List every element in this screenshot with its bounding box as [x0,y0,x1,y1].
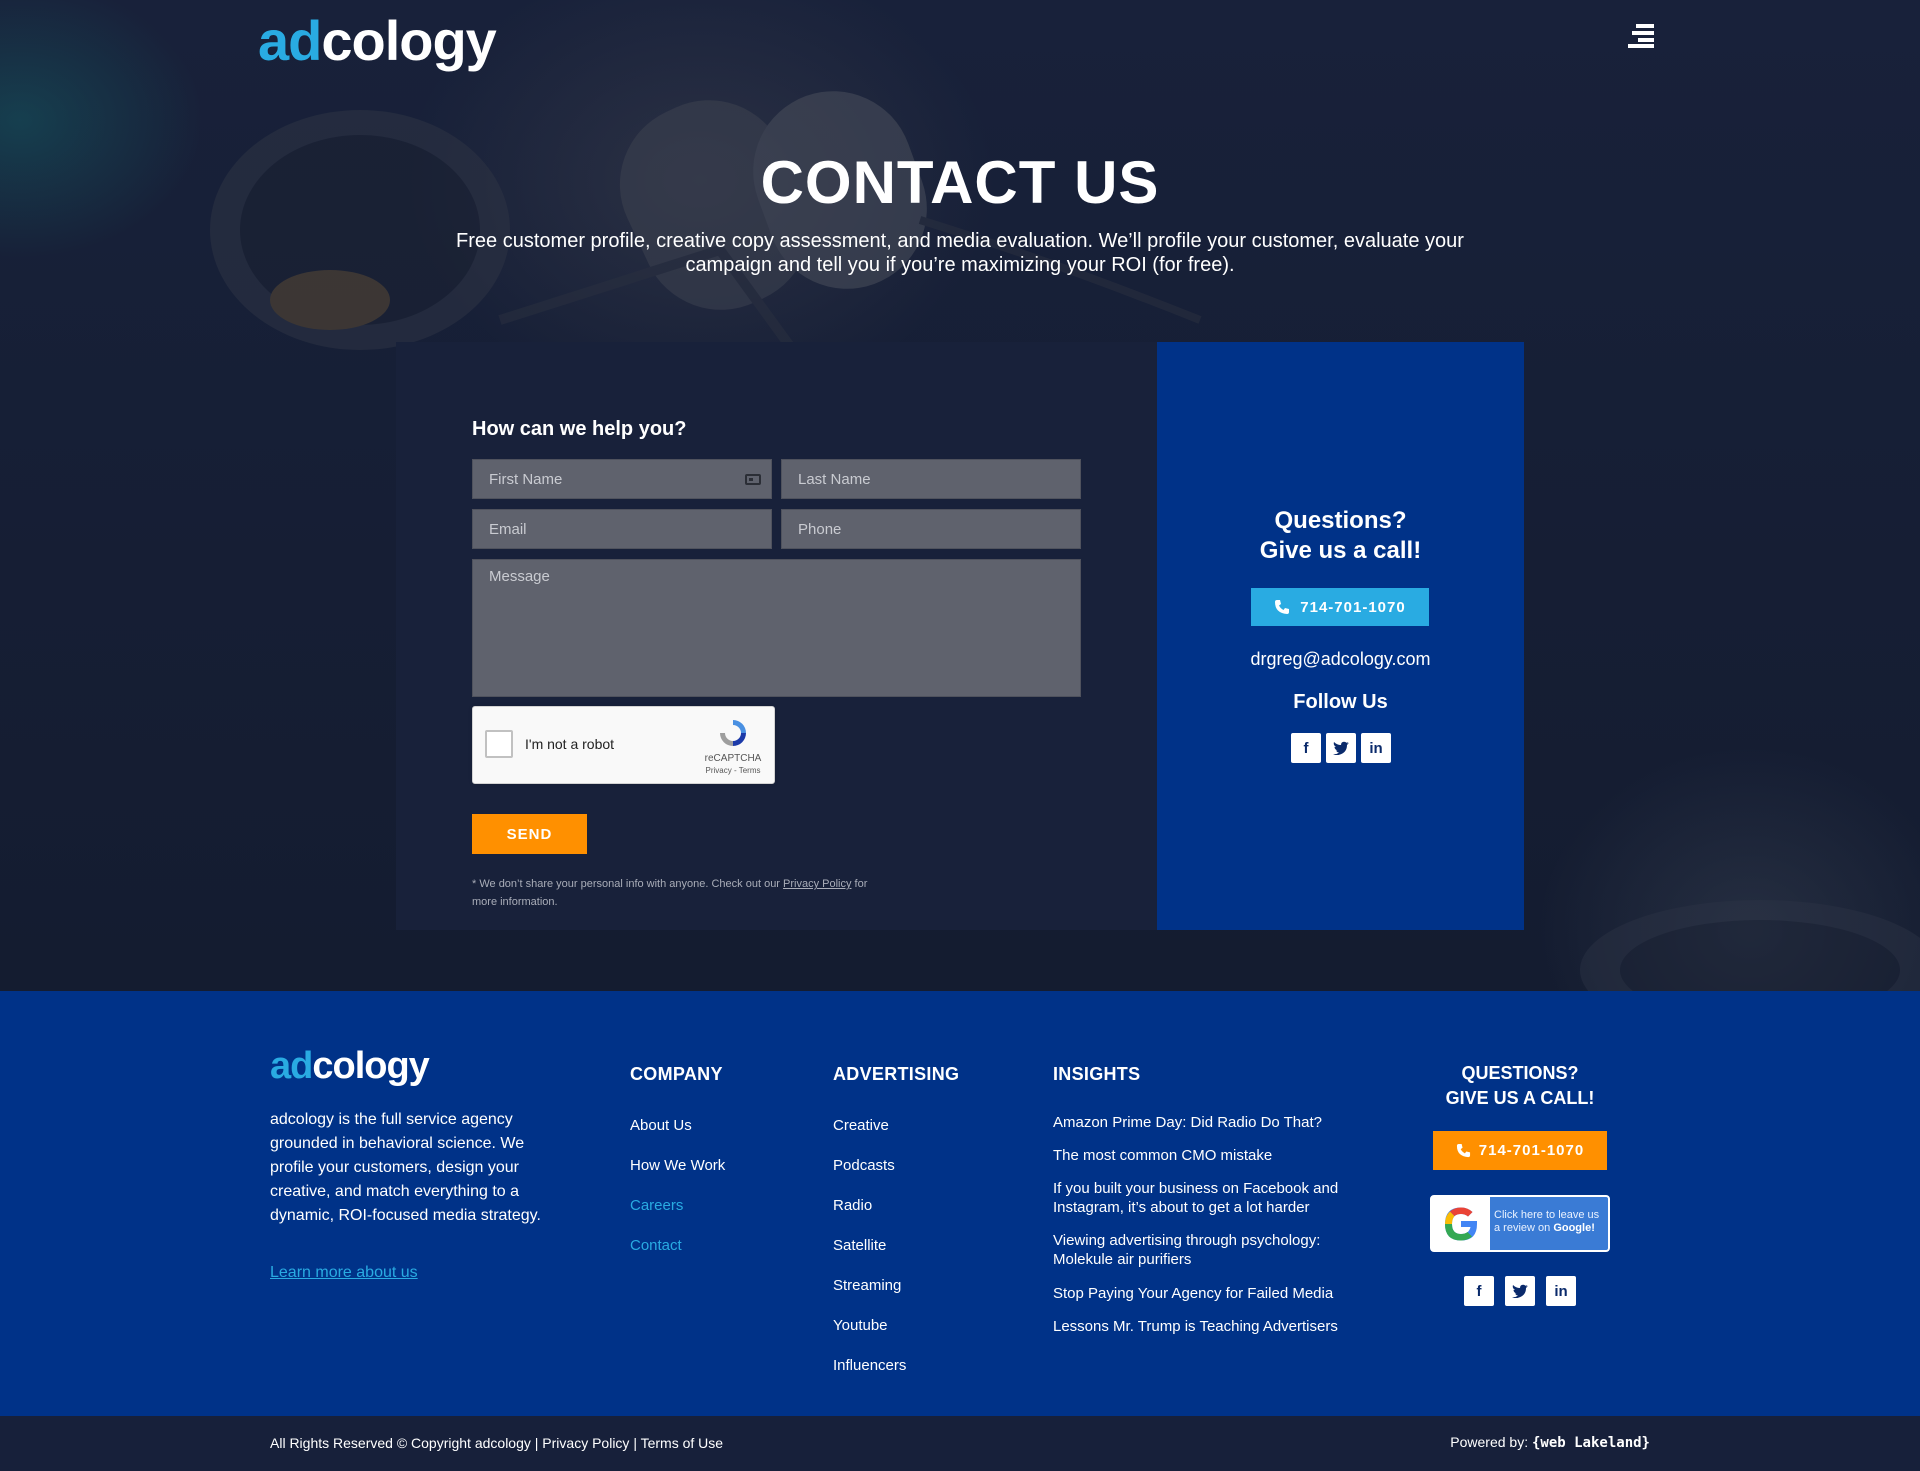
last-name-input[interactable]: Last Name [781,459,1081,499]
recaptcha-checkbox[interactable] [485,730,513,758]
footer-call-button[interactable]: 714-701-1070 [1433,1131,1607,1170]
footer-linkedin-icon[interactable]: in [1546,1276,1576,1306]
recaptcha-links[interactable]: Privacy - Terms [693,766,773,775]
footer-link-streaming[interactable]: Streaming [833,1276,901,1295]
hero-section: adcology CONTACT US Free customer profil… [0,0,1920,991]
footer-call-button-label: 714-701-1070 [1478,1142,1585,1159]
google-review-text: Click here to leave us a review on Googl… [1494,1209,1606,1235]
footer-questions-heading: QUESTIONS? GIVE US A CALL! [1410,1061,1630,1111]
footer-link-influencers[interactable]: Influencers [833,1356,906,1375]
advertising-heading: ADVERTISING [833,1064,960,1084]
footer-logo-text-cology: cology [312,1045,429,1087]
phone-input[interactable]: Phone [781,509,1081,549]
recaptcha-widget: I'm not a robot reCAPTCHA Privacy - Term… [472,706,775,784]
privacy-policy-link[interactable]: Privacy Policy [783,878,851,890]
google-review-text-1: Click here to leave us [1494,1209,1600,1221]
footer-phone-icon [1456,1143,1470,1158]
footer-social-links: f in [1464,1276,1576,1306]
footer-questions-line2: GIVE US A CALL! [1445,1088,1595,1108]
footer-link-radio[interactable]: Radio [833,1196,872,1215]
message-textarea[interactable]: Message [472,559,1081,697]
contact-card-title-line2: Give us a call! [1259,537,1422,564]
site-logo[interactable]: adcology [258,8,497,73]
footer-about-text: adcology is the full service agency grou… [270,1111,541,1224]
powered-by-label: Powered by: [1450,1434,1532,1450]
page-subtitle: Free customer profile, creative copy ass… [456,230,1464,276]
phone-placeholder: Phone [798,520,842,538]
twitter-bird-icon [1333,741,1349,755]
disclaimer-text-pre: * We don’t share your personal info with… [472,878,784,890]
first-name-placeholder: First Name [489,470,563,488]
footer-link-how-we-work[interactable]: How We Work [630,1156,725,1175]
insight-link-5[interactable]: Stop Paying Your Agency for Failed Media [1053,1284,1373,1303]
company-heading: COMPANY [630,1064,723,1084]
footer-link-podcasts[interactable]: Podcasts [833,1156,895,1175]
linkedin-icon[interactable]: in [1361,733,1391,763]
privacy-disclaimer: * We don’t share your personal info with… [472,875,892,911]
google-review-text-3: Google! [1553,1222,1595,1234]
logo-text-cology: cology [321,9,496,72]
insight-link-1[interactable]: Amazon Prime Day: Did Radio Do That? [1053,1113,1373,1132]
insight-link-2[interactable]: The most common CMO mistake [1053,1146,1373,1165]
recaptcha-label: I'm not a robot [525,736,615,752]
google-g-icon [1445,1207,1477,1241]
headphones-background-image [1580,900,1920,991]
email-placeholder: Email [489,520,527,538]
copyright-bar: All Rights Reserved © Copyright adcology… [0,1416,1920,1471]
powered-by-brand: {web Lakeland} [1531,1435,1650,1451]
phone-icon [1275,600,1290,614]
follow-us-heading: Follow Us [1293,691,1388,713]
copyright-text[interactable]: All Rights Reserved © Copyright adcology… [270,1435,723,1451]
contact-email[interactable]: drgreg@adcology.com [1157,649,1524,670]
footer-link-careers[interactable]: Careers [630,1196,683,1215]
recaptcha-icon [720,720,746,746]
learn-more-link[interactable]: Learn more about us [270,1264,418,1282]
footer-link-youtube[interactable]: Youtube [833,1316,888,1335]
twitter-icon[interactable] [1326,733,1356,763]
contact-card-icon [745,474,761,485]
email-input[interactable]: Email [472,509,772,549]
google-review-badge[interactable]: Click here to leave us a review on Googl… [1430,1195,1610,1252]
google-review-text-2: a review on [1494,1222,1554,1234]
insight-link-4[interactable]: Viewing advertising through psychology: … [1053,1231,1373,1269]
contact-card-title: Questions? Give us a call! [1157,506,1524,566]
footer-logo-text-ad: ad [270,1045,313,1087]
message-placeholder: Message [489,568,550,585]
contact-form: How can we help you? First Name Last Nam… [396,342,1158,930]
contact-info-card: Questions? Give us a call! 714-701-1070 … [1157,342,1524,930]
footer-link-satellite[interactable]: Satellite [833,1236,886,1255]
site-footer: adcology adcology is the full service ag… [0,991,1920,1416]
send-button[interactable]: SEND [472,814,587,854]
footer-questions-line1: QUESTIONS? [1461,1063,1579,1083]
social-links: f in [1291,733,1391,763]
insight-link-3[interactable]: If you built your business on Facebook a… [1053,1179,1373,1217]
powered-by[interactable]: Powered by: {web Lakeland} [1450,1434,1650,1451]
contact-card-title-line1: Questions? [1274,507,1407,534]
footer-twitter-icon[interactable] [1505,1276,1535,1306]
logo-text-ad: ad [258,9,322,72]
footer-link-about-us[interactable]: About Us [630,1116,692,1135]
first-name-input[interactable]: First Name [472,459,772,499]
facebook-icon[interactable]: f [1291,733,1321,763]
google-logo-box [1432,1197,1490,1250]
call-button-label: 714-701-1070 [1300,598,1406,616]
call-button[interactable]: 714-701-1070 [1251,588,1429,626]
footer-twitter-bird-icon [1512,1284,1528,1298]
footer-link-contact[interactable]: Contact [630,1236,682,1255]
footer-link-creative[interactable]: Creative [833,1116,889,1135]
insights-heading: INSIGHTS [1053,1064,1141,1084]
form-heading: How can we help you? [472,418,687,440]
insight-link-6[interactable]: Lessons Mr. Trump is Teaching Advertiser… [1053,1317,1373,1336]
footer-logo[interactable]: adcology [270,1045,430,1088]
page-title: CONTACT US [760,149,1160,216]
hamburger-menu-icon[interactable] [1628,24,1654,48]
footer-facebook-icon[interactable]: f [1464,1276,1494,1306]
recaptcha-brand: reCAPTCHA [704,753,762,764]
last-name-placeholder: Last Name [798,470,871,488]
